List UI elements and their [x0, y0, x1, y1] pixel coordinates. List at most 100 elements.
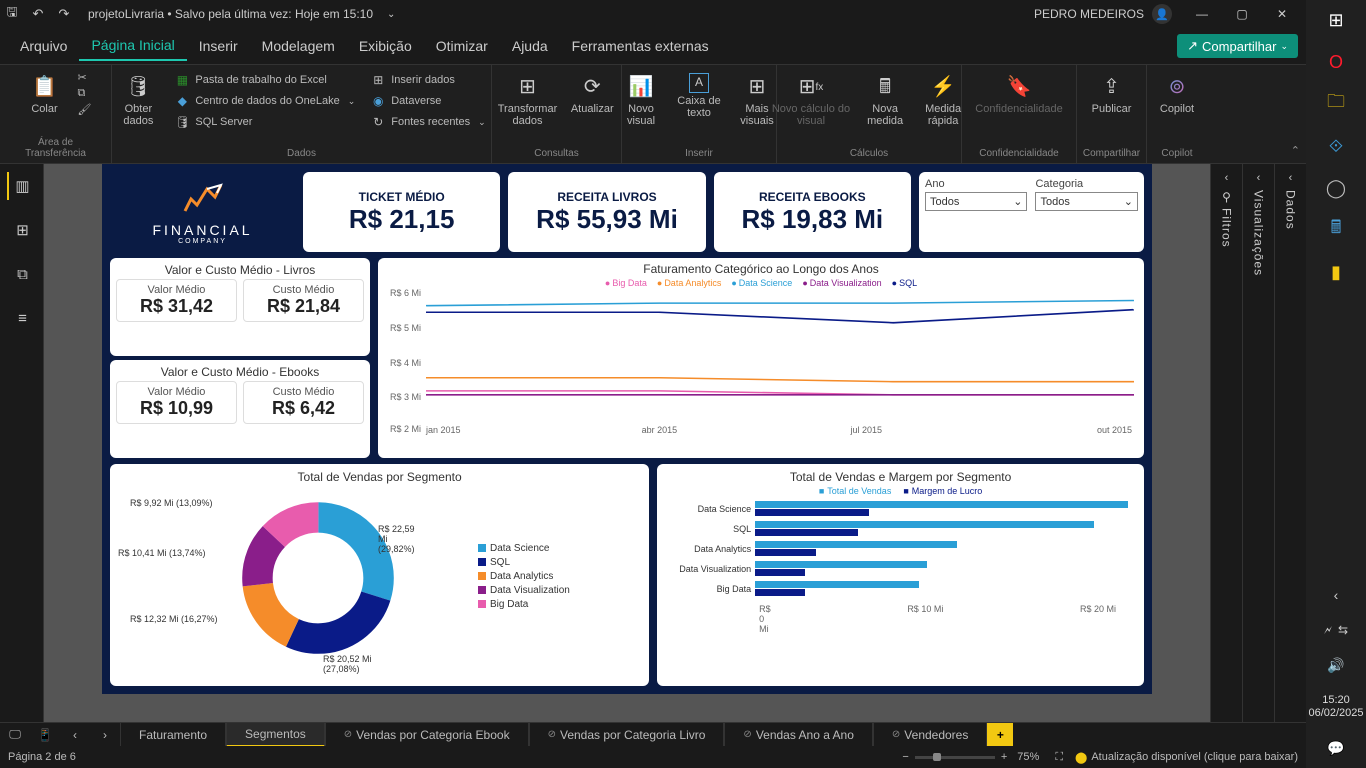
menu-pagina-inicial[interactable]: Página Inicial: [79, 31, 186, 61]
group-copilot: Copilot: [1161, 146, 1192, 159]
excel-button[interactable]: ▦Pasta de trabalho do Excel: [171, 71, 359, 89]
undo-icon[interactable]: ↶: [30, 6, 46, 22]
menu-ajuda[interactable]: Ajuda: [500, 32, 560, 60]
table-view-icon[interactable]: ⊞: [7, 216, 37, 244]
report-canvas[interactable]: FINANCIAL COMPANY TICKET MÉDIO R$ 21,15 …: [44, 164, 1210, 722]
atualizar-button[interactable]: ⟳Atualizar: [567, 69, 617, 119]
card-ebooks[interactable]: Valor e Custo Médio - Ebooks Valor Médio…: [110, 360, 370, 458]
minimize-button[interactable]: —: [1182, 0, 1222, 28]
line-chart-svg: [426, 290, 1134, 421]
menu-ferramentas[interactable]: Ferramentas externas: [560, 32, 721, 60]
hidden-icon: ⊘: [344, 729, 352, 740]
slicer-ano[interactable]: Todos⌄: [925, 192, 1028, 211]
file-explorer-icon[interactable]: 🗀: [1322, 90, 1350, 118]
colar-button[interactable]: 📋 Colar: [20, 69, 70, 119]
close-button[interactable]: ✕: [1262, 0, 1302, 28]
nova-medida-button[interactable]: 🖩Nova medida: [860, 69, 910, 131]
menu-otimizar[interactable]: Otimizar: [424, 32, 500, 60]
mobile-layout-icon[interactable]: 📱: [30, 728, 60, 742]
kpi-ticket-medio[interactable]: TICKET MÉDIO R$ 21,15: [303, 172, 500, 252]
format-painter-icon[interactable]: 🖌: [78, 103, 92, 116]
model-view-icon[interactable]: ⧉: [7, 260, 37, 288]
tab-segmentos[interactable]: Segmentos: [226, 723, 325, 747]
github-icon[interactable]: ◯: [1322, 174, 1350, 202]
transformar-dados-button[interactable]: ⊞Transformar dados: [496, 69, 560, 131]
redo-icon[interactable]: ↷: [56, 6, 72, 22]
tab-vendas-ano-a-ano[interactable]: ⊘Vendas Ano a Ano: [724, 723, 872, 747]
tab-faturamento[interactable]: Faturamento: [120, 723, 226, 747]
windows-start-icon[interactable]: ⊞: [1322, 6, 1350, 34]
powerbi-icon[interactable]: ▮: [1322, 258, 1350, 286]
dataverse-button[interactable]: ◉Dataverse: [367, 92, 489, 110]
group-confidencialidade: Confidencialidade: [979, 146, 1059, 159]
onelake-button[interactable]: ◆Centro de dados do OneLake⌄: [171, 92, 359, 110]
donut-chart[interactable]: Total de Vendas por Segmento: [110, 464, 649, 686]
collapse-ribbon-icon[interactable]: ⌃: [1291, 144, 1300, 157]
colar-label: Colar: [31, 103, 57, 115]
volume-icon[interactable]: 🔊: [1322, 652, 1350, 680]
group-consultas: Consultas: [534, 146, 578, 159]
vscode-icon[interactable]: ⟐: [1322, 132, 1350, 160]
textbox-icon: A: [689, 73, 709, 93]
zoom-slider[interactable]: [915, 756, 995, 759]
kpi-receita-livros[interactable]: RECEITA LIVROS R$ 55,93 Mi: [508, 172, 705, 252]
menu-bar: Arquivo Página Inicial Inserir Modelagem…: [0, 28, 1306, 64]
publicar-button[interactable]: ⇪Publicar: [1087, 69, 1137, 119]
line-chart[interactable]: Faturamento Categórico ao Longo dos Anos…: [378, 258, 1144, 458]
menu-modelagem[interactable]: Modelagem: [250, 32, 347, 60]
visualizacoes-pane[interactable]: ‹ Visualizações: [1242, 164, 1274, 722]
notifications-icon[interactable]: 💬: [1322, 734, 1350, 762]
kpi-receita-ebooks[interactable]: RECEITA EBOOKS R$ 19,83 Mi: [714, 172, 911, 252]
zoom-value[interactable]: 75%: [1017, 751, 1039, 763]
fit-page-icon[interactable]: ⛶: [1055, 751, 1063, 764]
sensitivity-icon: 🔖: [1005, 73, 1033, 101]
slicer-categoria[interactable]: Todos⌄: [1035, 192, 1138, 211]
add-page-button[interactable]: +: [987, 723, 1013, 747]
maximize-button[interactable]: ▢: [1222, 0, 1262, 28]
menu-inserir[interactable]: Inserir: [187, 32, 250, 60]
prev-page-icon[interactable]: ‹: [60, 728, 90, 742]
inserir-dados-button[interactable]: ⊞Inserir dados: [367, 71, 489, 89]
calc-icon: ⊞fx: [797, 73, 825, 101]
report-view-icon[interactable]: ▥: [7, 172, 37, 200]
novo-visual-button[interactable]: 📊Novo visual: [616, 69, 666, 131]
system-clock[interactable]: 15:20 06/02/2025: [1308, 694, 1363, 720]
fontes-recentes-button[interactable]: ↻Fontes recentes⌄: [367, 113, 489, 131]
update-notice[interactable]: Atualização disponível (clique para baix…: [1091, 751, 1298, 763]
copy-icon[interactable]: ⧉: [78, 87, 92, 100]
zoom-in-button[interactable]: +: [1001, 751, 1007, 763]
paste-icon: 📋: [31, 73, 59, 101]
group-calculos: Cálculos: [850, 146, 888, 159]
bar-chart[interactable]: Total de Vendas e Margem por Segmento To…: [657, 464, 1144, 686]
filtros-pane[interactable]: ‹ ⚲ Filtros: [1210, 164, 1242, 722]
dax-view-icon[interactable]: ≡: [7, 304, 37, 332]
menu-exibicao[interactable]: Exibição: [347, 32, 424, 60]
calculator-icon[interactable]: 🖩: [1322, 216, 1350, 244]
save-icon[interactable]: 🖫: [4, 6, 20, 22]
wifi-icon[interactable]: ⇆: [1338, 623, 1348, 638]
menu-arquivo[interactable]: Arquivo: [8, 32, 79, 60]
card-livros[interactable]: Valor e Custo Médio - Livros Valor Médio…: [110, 258, 370, 356]
tab-vendas-categoria-livro[interactable]: ⊘Vendas por Categoria Livro: [529, 723, 725, 747]
desktop-layout-icon[interactable]: 🖵: [0, 727, 30, 742]
next-page-icon[interactable]: ›: [90, 728, 120, 742]
medida-rapida-button[interactable]: ⚡Medida rápida: [918, 69, 968, 131]
compartilhar-button[interactable]: ↗ Compartilhar ⌄: [1177, 34, 1298, 58]
status-bar: Página 2 de 6 − + 75% ⛶ ⬤ Atualização di…: [0, 746, 1306, 768]
copilot-button[interactable]: ⊚Copilot: [1152, 69, 1202, 119]
logo: FINANCIAL COMPANY: [110, 172, 295, 252]
zoom-out-button[interactable]: −: [902, 751, 908, 763]
tray-expand-icon[interactable]: ‹: [1322, 581, 1350, 609]
tab-vendas-categoria-ebook[interactable]: ⊘Vendas por Categoria Ebook: [325, 723, 529, 747]
filter-icon: ⚲: [1222, 190, 1231, 204]
obter-dados-button[interactable]: 🛢 Obter dados: [113, 69, 163, 131]
cut-icon[interactable]: ✂: [78, 71, 92, 84]
user-avatar-icon[interactable]: 👤: [1152, 4, 1172, 24]
sqlserver-button[interactable]: 🛢SQL Server: [171, 113, 359, 131]
opera-icon[interactable]: O: [1322, 48, 1350, 76]
battery-icon[interactable]: 🗲: [1324, 623, 1332, 638]
chevron-down-icon[interactable]: ⌄: [387, 9, 395, 20]
dados-pane[interactable]: ‹ Dados: [1274, 164, 1306, 722]
caixa-texto-button[interactable]: ACaixa de texto: [674, 69, 724, 123]
tab-vendedores[interactable]: ⊘Vendedores: [873, 723, 987, 747]
